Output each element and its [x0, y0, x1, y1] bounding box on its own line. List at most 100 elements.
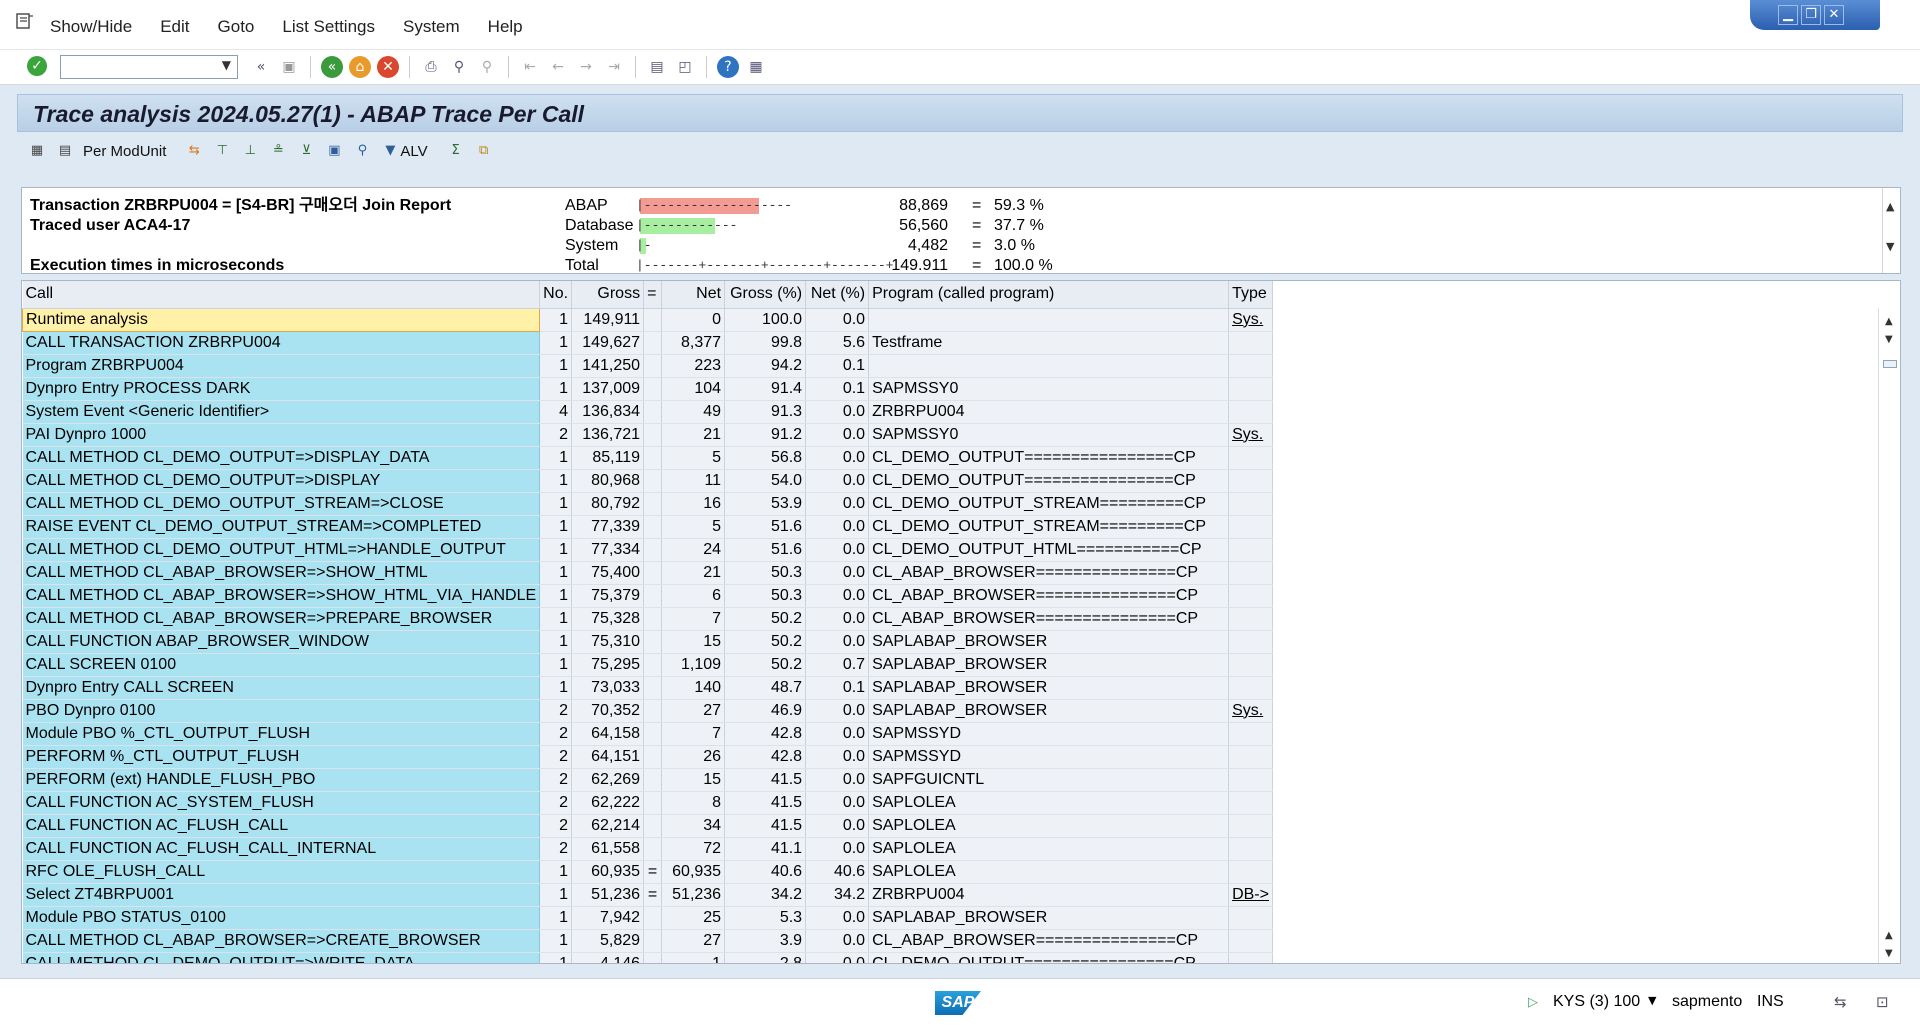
- table-row[interactable]: CALL METHOD CL_DEMO_OUTPUT=>DISPLAY 1 80,9…: [22, 469, 1274, 493]
- find-icon[interactable]: ⚲: [448, 56, 470, 78]
- col-net-pct[interactable]: Net (%): [805, 281, 870, 309]
- call-cell[interactable]: Select ZT4BRPU001: [22, 883, 541, 907]
- table-row[interactable]: Select ZT4BRPU001 1 51,236 = 51,236 34.2 34.2 Z…: [22, 883, 1274, 907]
- call-cell[interactable]: Module PBO %_CTL_OUTPUT_FLUSH: [22, 722, 541, 746]
- chevron-down-icon[interactable]: ▼: [1648, 994, 1656, 1007]
- table-scrollbar[interactable]: ▲ ▼ ▲ ▼: [1878, 308, 1900, 963]
- col-call[interactable]: Call: [22, 281, 541, 309]
- menu-edit[interactable]: Edit: [160, 17, 189, 37]
- help-icon[interactable]: ?: [717, 56, 739, 78]
- find-next-icon[interactable]: ⚲: [476, 56, 498, 78]
- filter-icon[interactable]: ▼: [380, 141, 400, 161]
- subtotal-icon[interactable]: ⧉: [474, 141, 494, 161]
- alv-button[interactable]: ALV: [400, 143, 427, 160]
- menu-icon[interactable]: [16, 13, 34, 29]
- collapse-icon[interactable]: «: [250, 56, 272, 78]
- enter-check-icon[interactable]: ✓: [27, 56, 47, 76]
- table-row[interactable]: CALL TRANSACTION ZRBRPU004 1 149,627 8,377 9…: [22, 331, 1274, 355]
- per-modunit-button[interactable]: Per ModUnit: [83, 143, 166, 160]
- scroll-down-icon[interactable]: ▲: [1885, 930, 1893, 941]
- col-net[interactable]: Net: [661, 281, 726, 309]
- table-row[interactable]: CALL FUNCTION AC_SYSTEM_FLUSH 2 62,222 8 41.…: [22, 791, 1274, 815]
- status-expand-icon[interactable]: ▷: [1528, 995, 1538, 1010]
- scroll-down-icon[interactable]: ▼: [1886, 240, 1894, 253]
- type-cell[interactable]: Sys.: [1228, 699, 1274, 723]
- restore-icon[interactable]: ❐: [1801, 5, 1821, 25]
- table-row[interactable]: Dynpro Entry CALL SCREEN 1 73,033 140 48.7 0.…: [22, 676, 1274, 700]
- table-row[interactable]: Module PBO %_CTL_OUTPUT_FLUSH 2 64,158 7 42.…: [22, 722, 1274, 746]
- call-cell[interactable]: CALL SCREEN 0100: [22, 653, 541, 677]
- call-cell[interactable]: CALL METHOD CL_ABAP_BROWSER=>CREATE_BROW…: [22, 929, 541, 953]
- table-row[interactable]: CALL METHOD CL_ABAP_BROWSER=>PREPARE_BRO…: [22, 607, 1274, 631]
- tree-expand-icon[interactable]: ⊥: [240, 141, 260, 161]
- call-hierarchy-icon[interactable]: ⇆: [184, 141, 204, 161]
- call-cell[interactable]: RFC OLE_FLUSH_CALL: [22, 860, 541, 884]
- call-cell[interactable]: CALL FUNCTION AC_SYSTEM_FLUSH: [22, 791, 541, 815]
- print-icon[interactable]: ⎙: [420, 56, 442, 78]
- minimize-icon[interactable]: ▁: [1778, 5, 1798, 25]
- col-gross-pct[interactable]: Gross (%): [724, 281, 807, 309]
- details-icon[interactable]: ▦: [27, 141, 47, 161]
- table-row[interactable]: CALL METHOD CL_DEMO_OUTPUT_STREAM=>CLOSE…: [22, 492, 1274, 516]
- zoom-icon[interactable]: ⚲: [352, 141, 372, 161]
- table-row[interactable]: CALL METHOD CL_ABAP_BROWSER=>SHOW_HTML 1 7…: [22, 561, 1274, 585]
- table-row[interactable]: CALL METHOD CL_DEMO_OUTPUT=>WRITE_DATA 1 4…: [22, 952, 1274, 963]
- insert-mode[interactable]: INS: [1757, 993, 1784, 1011]
- table-row[interactable]: PAI Dynpro 1000 2 136,721 21 91.2 0.0 SAPMSSY0…: [22, 423, 1274, 447]
- call-cell[interactable]: System Event <Generic Identifier>: [22, 400, 541, 424]
- menu-show-hide[interactable]: Show/Hide: [50, 17, 132, 37]
- type-cell[interactable]: Sys.: [1228, 308, 1274, 332]
- layout-icon[interactable]: ▦: [745, 56, 767, 78]
- call-cell[interactable]: CALL METHOD CL_DEMO_OUTPUT=>DISPLAY: [22, 469, 541, 493]
- call-cell[interactable]: Module PBO STATUS_0100: [22, 906, 541, 930]
- table-row[interactable]: RAISE EVENT CL_DEMO_OUTPUT_STREAM=>COMPL…: [22, 515, 1274, 539]
- table-row[interactable]: Module PBO STATUS_0100 1 7,942 25 5.3 0.0 SAPL…: [22, 906, 1274, 930]
- per-modunit-icon[interactable]: ▤: [55, 141, 75, 161]
- next-page-icon[interactable]: →: [575, 56, 597, 78]
- scroll-bottom-icon[interactable]: ▼: [1885, 948, 1893, 959]
- call-cell[interactable]: PERFORM (ext) HANDLE_FLUSH_PBO: [22, 768, 541, 792]
- call-cell[interactable]: CALL FUNCTION AC_FLUSH_CALL: [22, 814, 541, 838]
- call-cell[interactable]: CALL TRANSACTION ZRBRPU004: [22, 331, 541, 355]
- prev-page-icon[interactable]: ←: [547, 56, 569, 78]
- table-row[interactable]: PBO Dynpro 0100 2 70,352 27 46.9 0.0 SAPLABAP_…: [22, 699, 1274, 723]
- save-icon[interactable]: ▣: [278, 56, 300, 78]
- call-cell[interactable]: CALL METHOD CL_ABAP_BROWSER=>SHOW_HTML: [22, 561, 541, 585]
- create-session-icon[interactable]: ▤: [646, 56, 668, 78]
- call-cell[interactable]: PAI Dynpro 1000: [22, 423, 541, 447]
- table-row[interactable]: Dynpro Entry PROCESS DARK 1 137,009 104 91.4…: [22, 377, 1274, 401]
- call-cell[interactable]: PERFORM %_CTL_OUTPUT_FLUSH: [22, 745, 541, 769]
- table-row[interactable]: Program ZRBRPU004 1 141,250 223 94.2 0.1: [22, 354, 1274, 378]
- export-icon[interactable]: ▣: [324, 141, 344, 161]
- tree-icon[interactable]: ⊤: [212, 141, 232, 161]
- last-page-icon[interactable]: ⇥: [603, 56, 625, 78]
- type-cell[interactable]: DB->: [1228, 883, 1274, 907]
- col-eq[interactable]: =: [643, 281, 663, 309]
- table-row[interactable]: Runtime analysis 1 149,911 0 100.0 0.0 Sys.: [22, 307, 1274, 332]
- col-no[interactable]: No.: [539, 281, 573, 309]
- scroll-up-icon[interactable]: ▼: [1885, 334, 1893, 345]
- call-cell[interactable]: CALL METHOD CL_DEMO_OUTPUT=>WRITE_DATA: [22, 952, 541, 963]
- call-cell[interactable]: Dynpro Entry PROCESS DARK: [22, 377, 541, 401]
- table-row[interactable]: CALL METHOD CL_DEMO_OUTPUT_HTML=>HANDLE_…: [22, 538, 1274, 562]
- chevron-down-icon[interactable]: ▼: [222, 58, 231, 72]
- table-row[interactable]: CALL METHOD CL_DEMO_OUTPUT=>DISPLAY_DATA…: [22, 446, 1274, 470]
- scroll-top-icon[interactable]: ▲: [1885, 316, 1893, 327]
- call-cell[interactable]: RAISE EVENT CL_DEMO_OUTPUT_STREAM=>COMPL…: [22, 515, 541, 539]
- first-page-icon[interactable]: ⇤: [519, 56, 541, 78]
- menu-system[interactable]: System: [403, 17, 460, 37]
- call-cell[interactable]: Program ZRBRPU004: [22, 354, 541, 378]
- table-row[interactable]: CALL METHOD CL_ABAP_BROWSER=>SHOW_HTML_V…: [22, 584, 1274, 608]
- col-type[interactable]: Type: [1228, 281, 1274, 309]
- aggregate-icon[interactable]: ≗: [268, 141, 288, 161]
- call-cell[interactable]: Dynpro Entry CALL SCREEN: [22, 676, 541, 700]
- sum-icon[interactable]: Σ: [446, 141, 466, 161]
- table-row[interactable]: CALL FUNCTION AC_FLUSH_CALL 2 62,214 34 41.5…: [22, 814, 1274, 838]
- table-row[interactable]: PERFORM (ext) HANDLE_FLUSH_PBO 2 62,269 15 4…: [22, 768, 1274, 792]
- table-row[interactable]: CALL FUNCTION ABAP_BROWSER_WINDOW 1 75,310…: [22, 630, 1274, 654]
- menu-goto[interactable]: Goto: [218, 17, 255, 37]
- call-cell[interactable]: CALL METHOD CL_DEMO_OUTPUT_STREAM=>CLOSE: [22, 492, 541, 516]
- command-field[interactable]: ▼: [60, 55, 238, 79]
- shortcut-icon[interactable]: ◰: [674, 56, 696, 78]
- table-row[interactable]: CALL FUNCTION AC_FLUSH_CALL_INTERNAL 2 61,…: [22, 837, 1274, 861]
